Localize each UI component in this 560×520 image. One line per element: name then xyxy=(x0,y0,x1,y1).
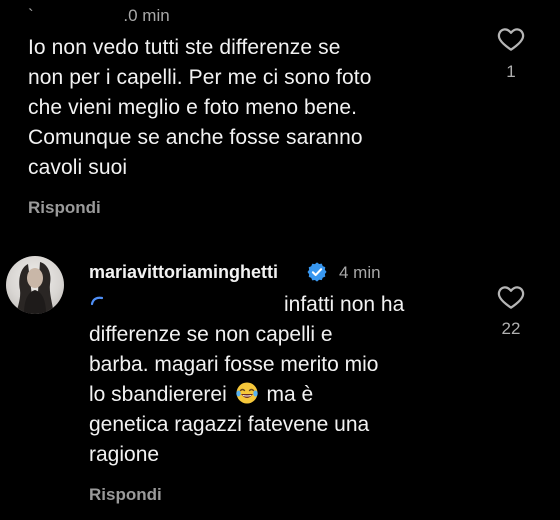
comment-meta: ` .0 min xyxy=(28,6,170,25)
avatar[interactable] xyxy=(6,256,64,314)
comment-line: Io non vedo tutti ste differenze se xyxy=(28,36,341,59)
comment-line: cavoli suoi xyxy=(28,156,128,179)
comment-text: Io non vedo tutti ste differenze se non … xyxy=(28,33,468,183)
face-with-tears-of-joy-icon xyxy=(235,382,258,404)
comment: ` .0 min Io non vedo tutti ste differenz… xyxy=(0,0,560,232)
comment-line: Comunque se anche fosse saranno xyxy=(28,126,363,149)
comment-text: infatti non ha differenze se non capelli… xyxy=(89,290,469,470)
comment-line: infatti non ha xyxy=(284,293,405,316)
comment-line: differenze se non capelli e xyxy=(89,323,333,346)
like-count: 22 xyxy=(501,319,521,338)
comment-line-text: ma è xyxy=(266,383,314,406)
like-button[interactable] xyxy=(496,282,526,312)
comment-line: lo sbandiererei ma è xyxy=(89,380,469,410)
heart-outline-icon xyxy=(497,286,525,309)
username[interactable]: mariavittoriaminghetti xyxy=(89,262,278,283)
reply-button[interactable]: Rispondi xyxy=(89,485,162,505)
comment-line: ragione xyxy=(89,443,160,466)
avatar-photo xyxy=(16,262,54,314)
verified-badge-icon xyxy=(307,262,327,282)
comment-line-text: lo sbandiererei xyxy=(89,383,227,406)
comment-time: 4 min xyxy=(339,263,381,282)
comment: mariavittoriaminghetti 4 min infatti non… xyxy=(0,232,560,520)
comments-screen: ` .0 min Io non vedo tutti ste differenz… xyxy=(0,0,560,520)
comment-line: barba. magari fosse merito mio xyxy=(89,353,379,376)
comment-line: genetica ragazzi fatevene una xyxy=(89,413,370,436)
comment-line: che vieni meglio e foto meno bene. xyxy=(28,96,358,119)
reply-button[interactable]: Rispondi xyxy=(28,198,101,218)
like-button[interactable] xyxy=(496,24,526,54)
heart-outline-icon xyxy=(497,28,525,51)
comment-line: non per i capelli. Per me ci sono foto xyxy=(28,66,372,89)
like-count: 1 xyxy=(506,62,516,81)
